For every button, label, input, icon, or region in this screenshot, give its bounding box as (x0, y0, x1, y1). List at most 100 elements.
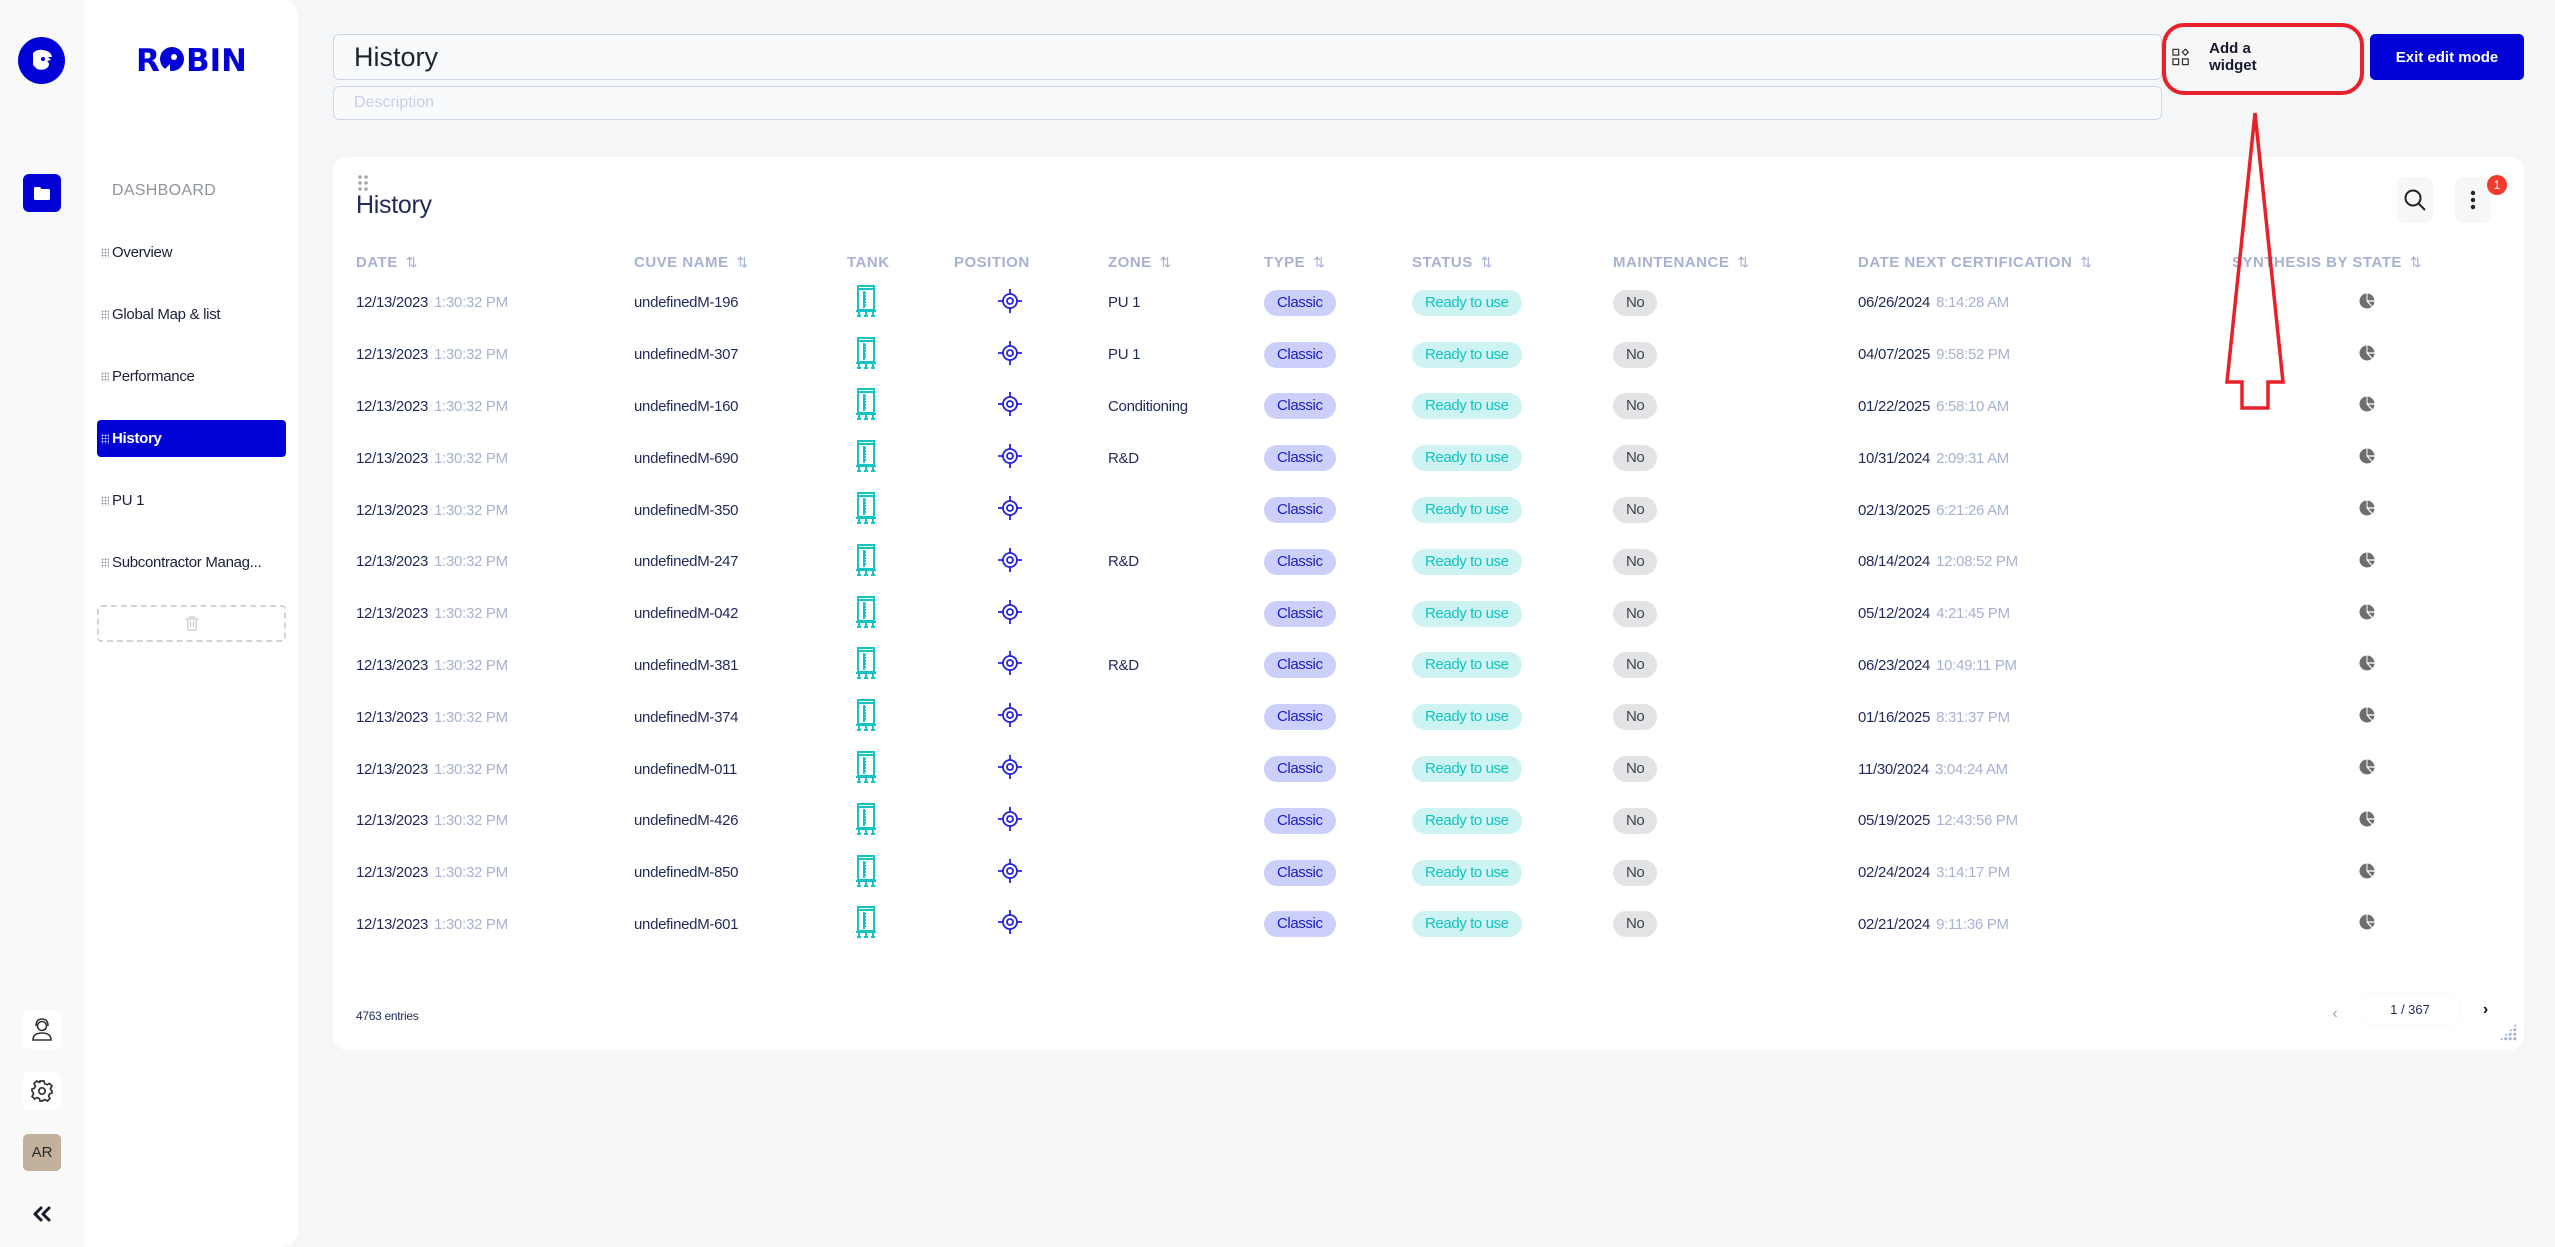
column-header[interactable]: TYPE ⇅ (1264, 247, 1412, 277)
tank-icon[interactable] (855, 699, 877, 732)
crosshair-target-icon[interactable] (997, 495, 1023, 521)
tank-icon[interactable] (855, 336, 877, 369)
pie-chart-icon[interactable] (2359, 863, 2375, 879)
drag-grip-icon[interactable] (101, 557, 109, 568)
table-row[interactable]: 12/13/2023 1:30:32 PM undefinedM-307 PU 1 Cl… (356, 329, 2496, 381)
crosshair-target-icon[interactable] (997, 391, 1023, 417)
pie-chart-icon[interactable] (2359, 759, 2375, 775)
sort-icon[interactable]: ⇅ (1737, 254, 1749, 270)
sort-icon[interactable]: ⇅ (1160, 254, 1172, 270)
sort-icon[interactable]: ⇅ (1313, 254, 1325, 270)
tank-icon[interactable] (855, 854, 877, 887)
robin-logo-icon[interactable] (18, 37, 65, 84)
table-row[interactable]: 12/13/2023 1:30:32 PM undefinedM-350 Classi… (356, 484, 2496, 536)
pie-chart-icon[interactable] (2359, 345, 2375, 361)
crosshair-target-icon[interactable] (997, 599, 1023, 625)
table-row[interactable]: 12/13/2023 1:30:32 PM undefinedM-374 Classi… (356, 691, 2496, 743)
crosshair-target-icon[interactable] (997, 288, 1023, 314)
nav-item-performance[interactable]: Performance (97, 358, 286, 395)
widget-drag-handle[interactable] (357, 174, 369, 192)
crosshair-target-icon[interactable] (997, 650, 1023, 676)
folder-button[interactable] (23, 174, 61, 212)
pie-chart-icon[interactable] (2359, 655, 2375, 671)
crosshair-target-icon[interactable] (997, 754, 1023, 780)
crosshair-target-icon[interactable] (997, 702, 1023, 728)
sort-icon[interactable]: ⇅ (1481, 254, 1493, 270)
table-row[interactable]: 12/13/2023 1:30:32 PM undefinedM-690 R&D Cla… (356, 432, 2496, 484)
table-row[interactable]: 12/13/2023 1:30:32 PM undefinedM-247 R&D Cla… (356, 536, 2496, 588)
tank-icon[interactable] (855, 492, 877, 525)
tank-icon[interactable] (855, 595, 877, 628)
maintenance-badge: No (1613, 859, 1658, 886)
column-header[interactable]: DATE ⇅ (356, 247, 634, 277)
pie-chart-icon[interactable] (2359, 811, 2375, 827)
drag-grip-icon[interactable] (101, 247, 109, 258)
exit-edit-mode-button[interactable]: Exit edit mode (2370, 34, 2524, 80)
sort-icon[interactable]: ⇅ (737, 254, 749, 270)
next-page-button[interactable]: › (2471, 995, 2500, 1024)
search-button[interactable] (2397, 177, 2433, 223)
drag-grip-icon[interactable] (101, 495, 109, 506)
delete-drop-zone[interactable] (97, 605, 286, 642)
pie-chart-icon[interactable] (2359, 552, 2375, 568)
settings-button[interactable] (23, 1072, 61, 1110)
column-header[interactable]: DATE NEXT CERTIFICATION ⇅ (1858, 247, 2232, 277)
dashboard-description-input[interactable]: Description (333, 86, 2162, 120)
nav-item-history[interactable]: History (97, 420, 286, 457)
drag-grip-icon[interactable] (101, 309, 109, 320)
table-row[interactable]: 12/13/2023 1:30:32 PM undefinedM-196 PU 1 Cl… (356, 277, 2496, 329)
table-row[interactable]: 12/13/2023 1:30:32 PM undefinedM-160 Condit… (356, 381, 2496, 433)
more-options-button[interactable] (2455, 177, 2491, 223)
tank-icon[interactable] (855, 906, 877, 939)
drag-grip-icon[interactable] (101, 371, 109, 382)
crosshair-target-icon[interactable] (997, 443, 1023, 469)
crosshair-target-icon[interactable] (997, 858, 1023, 884)
pie-chart-icon[interactable] (2359, 604, 2375, 620)
pie-chart-icon[interactable] (2359, 500, 2375, 516)
column-header[interactable]: STATUS ⇅ (1412, 247, 1613, 277)
table-row[interactable]: 12/13/2023 1:30:32 PM undefinedM-850 Classi… (356, 847, 2496, 899)
column-header[interactable]: CUVE NAME ⇅ (634, 247, 847, 277)
tank-icon[interactable] (855, 751, 877, 784)
support-button[interactable] (23, 1011, 61, 1049)
crosshair-target-icon[interactable] (997, 909, 1023, 935)
tank-icon[interactable] (855, 802, 877, 835)
prev-page-button[interactable]: ‹ (2323, 1000, 2347, 1028)
tank-icon[interactable] (855, 647, 877, 680)
table-row[interactable]: 12/13/2023 1:30:32 PM undefinedM-381 R&D Cla… (356, 640, 2496, 692)
pie-chart-icon[interactable] (2359, 707, 2375, 723)
tank-icon[interactable] (855, 388, 877, 421)
table-row[interactable]: 12/13/2023 1:30:32 PM undefinedM-601 Classi… (356, 899, 2496, 951)
page-indicator[interactable]: 1 / 367 (2361, 995, 2459, 1024)
drag-grip-icon[interactable] (101, 433, 109, 444)
pie-chart-icon[interactable] (2359, 448, 2375, 464)
collapse-sidebar-button[interactable] (28, 1200, 56, 1228)
crosshair-target-icon[interactable] (997, 340, 1023, 366)
tank-icon[interactable] (855, 543, 877, 576)
nav-item-subcontractor[interactable]: Subcontractor Manag... (97, 544, 286, 581)
pie-chart-icon[interactable] (2359, 396, 2375, 412)
add-widget-button[interactable]: Add a widget (2172, 34, 2298, 80)
table-row[interactable]: 12/13/2023 1:30:32 PM undefinedM-426 Classi… (356, 795, 2496, 847)
sort-icon[interactable]: ⇅ (406, 254, 418, 270)
column-header[interactable]: SYNTHESIS BY STATE ⇅ (2232, 247, 2496, 277)
column-header[interactable]: ZONE ⇅ (1108, 247, 1264, 277)
tank-icon[interactable] (855, 284, 877, 317)
pie-chart-icon[interactable] (2359, 293, 2375, 309)
table-row[interactable]: 12/13/2023 1:30:32 PM undefinedM-042 Classi… (356, 588, 2496, 640)
nav-item-pu1[interactable]: PU 1 (97, 482, 286, 519)
dashboard-title-input[interactable]: History (333, 34, 2162, 80)
sort-icon[interactable]: ⇅ (2410, 254, 2422, 270)
column-header[interactable]: MAINTENANCE ⇅ (1613, 247, 1858, 277)
sort-icon[interactable]: ⇅ (2080, 254, 2092, 270)
nav-item-global-map[interactable]: Global Map & list (97, 296, 286, 333)
table-row[interactable]: 12/13/2023 1:30:32 PM undefinedM-011 Classi… (356, 743, 2496, 795)
pie-chart-icon[interactable] (2359, 914, 2375, 930)
tank-icon[interactable] (855, 440, 877, 473)
crosshair-target-icon[interactable] (997, 547, 1023, 573)
nav-item-overview[interactable]: Overview (97, 234, 286, 271)
widget-resize-handle[interactable] (2499, 1023, 2517, 1041)
crosshair-target-icon[interactable] (997, 806, 1023, 832)
avatar[interactable]: AR (23, 1134, 61, 1171)
maintenance-cell: No (1613, 329, 1858, 381)
